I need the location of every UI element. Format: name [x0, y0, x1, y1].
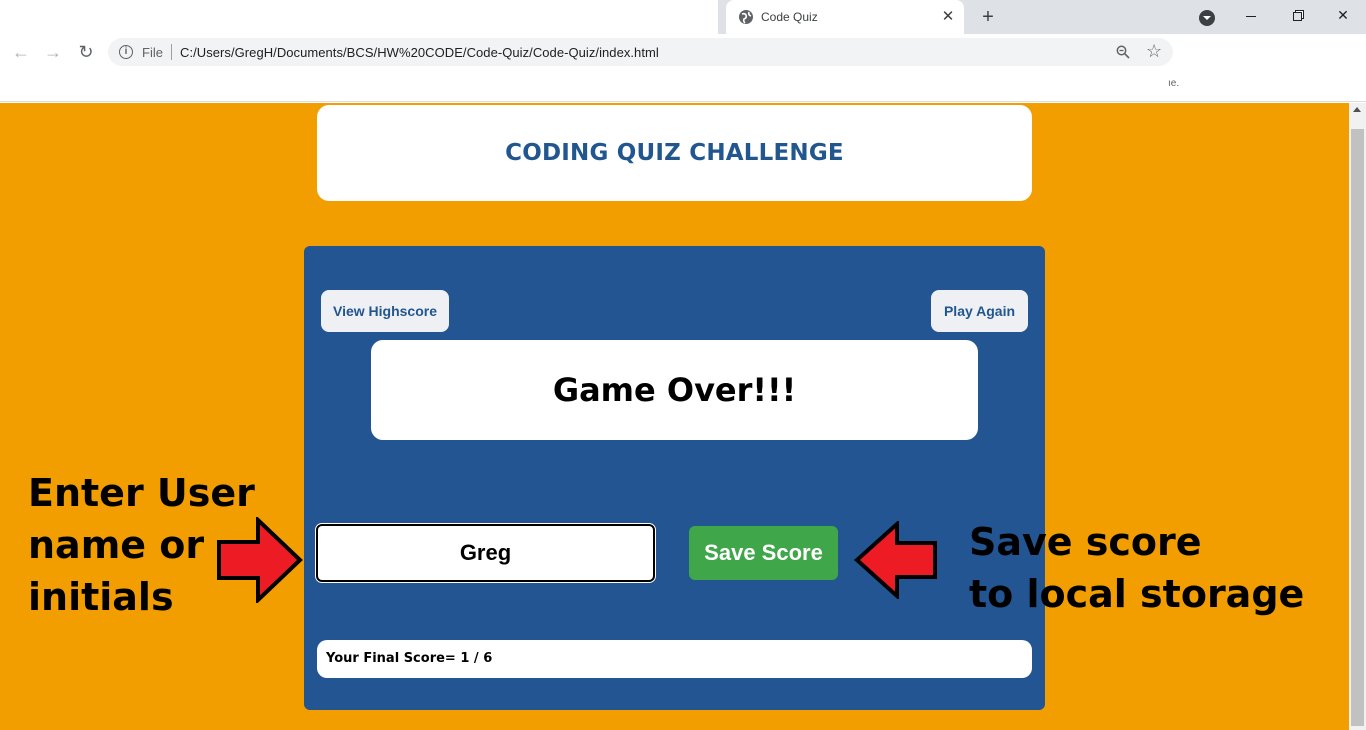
initials-input[interactable] — [316, 524, 655, 582]
restore-icon — [1292, 11, 1302, 21]
tab-strip-blank — [0, 0, 718, 34]
forward-arrow-icon[interactable]: → — [40, 40, 66, 64]
quiz-panel: View Highscore Play Again Game Over!!! S… — [304, 246, 1045, 710]
final-score-bar: Your Final Score= 1 / 6 — [317, 640, 1032, 678]
page-title: CODING QUIZ CHALLENGE — [505, 140, 844, 166]
annotation-line: Save score — [969, 520, 1202, 564]
address-separator — [171, 44, 172, 60]
tab-search-icon[interactable] — [1199, 10, 1215, 26]
browser-toolbar: ← → ↻ i File C:/Users/GregH/Documents/BC… — [0, 34, 1366, 70]
play-again-button[interactable]: Play Again — [931, 290, 1028, 332]
zoom-icon[interactable] — [1116, 45, 1130, 59]
game-over-text: Game Over!!! — [552, 371, 797, 409]
annotation-save-score: Save score to local storage — [969, 516, 1304, 620]
minimize-icon — [1246, 15, 1256, 17]
browser-tab[interactable]: Code Quiz ✕ — [726, 0, 964, 34]
back-arrow-icon[interactable]: ← — [8, 40, 34, 64]
save-score-button[interactable]: Save Score — [689, 526, 838, 580]
header-card: CODING QUIZ CHALLENGE — [317, 105, 1032, 201]
info-icon[interactable]: i — [119, 45, 133, 59]
minimize-button[interactable] — [1228, 0, 1274, 30]
view-highscore-button[interactable]: View Highscore — [321, 290, 449, 332]
scrollbar-thumb[interactable] — [1351, 129, 1364, 726]
right-arrow-icon — [217, 517, 303, 603]
reload-icon[interactable]: ↻ — [73, 40, 99, 64]
address-bar[interactable]: i File C:/Users/GregH/Documents/BCS/HW%2… — [108, 38, 1173, 66]
game-over-card: Game Over!!! — [371, 340, 978, 440]
tab-title: Code Quiz — [761, 10, 818, 24]
bookmark-star-icon[interactable]: ☆ — [1146, 41, 1162, 61]
url-text[interactable]: C:/Users/GregH/Documents/BCS/HW%20CODE/C… — [180, 45, 659, 60]
page-viewport: CODING QUIZ CHALLENGE View Highscore Pla… — [0, 103, 1349, 730]
protocol-label: File — [142, 45, 163, 60]
annotation-line: Enter User — [28, 471, 255, 515]
vertical-scrollbar[interactable] — [1349, 103, 1366, 730]
close-tab-icon[interactable]: ✕ — [938, 7, 958, 27]
bookmarks-bar: ıe. — [0, 70, 1366, 102]
final-score-value: 1 / 6 — [460, 651, 493, 666]
globe-icon — [739, 10, 753, 24]
window-close-button[interactable]: ✕ — [1320, 0, 1366, 30]
tab-strip: Code Quiz ✕ + ✕ — [0, 0, 1366, 34]
final-score-label: Your Final Score= — [326, 651, 461, 666]
new-tab-icon[interactable]: + — [976, 5, 1000, 29]
restore-button[interactable] — [1274, 0, 1320, 30]
bookmark-fragment: ıe. — [1168, 78, 1180, 89]
scroll-up-icon[interactable] — [1353, 107, 1361, 112]
annotation-line: to local storage — [969, 572, 1305, 616]
left-arrow-icon — [854, 521, 937, 599]
